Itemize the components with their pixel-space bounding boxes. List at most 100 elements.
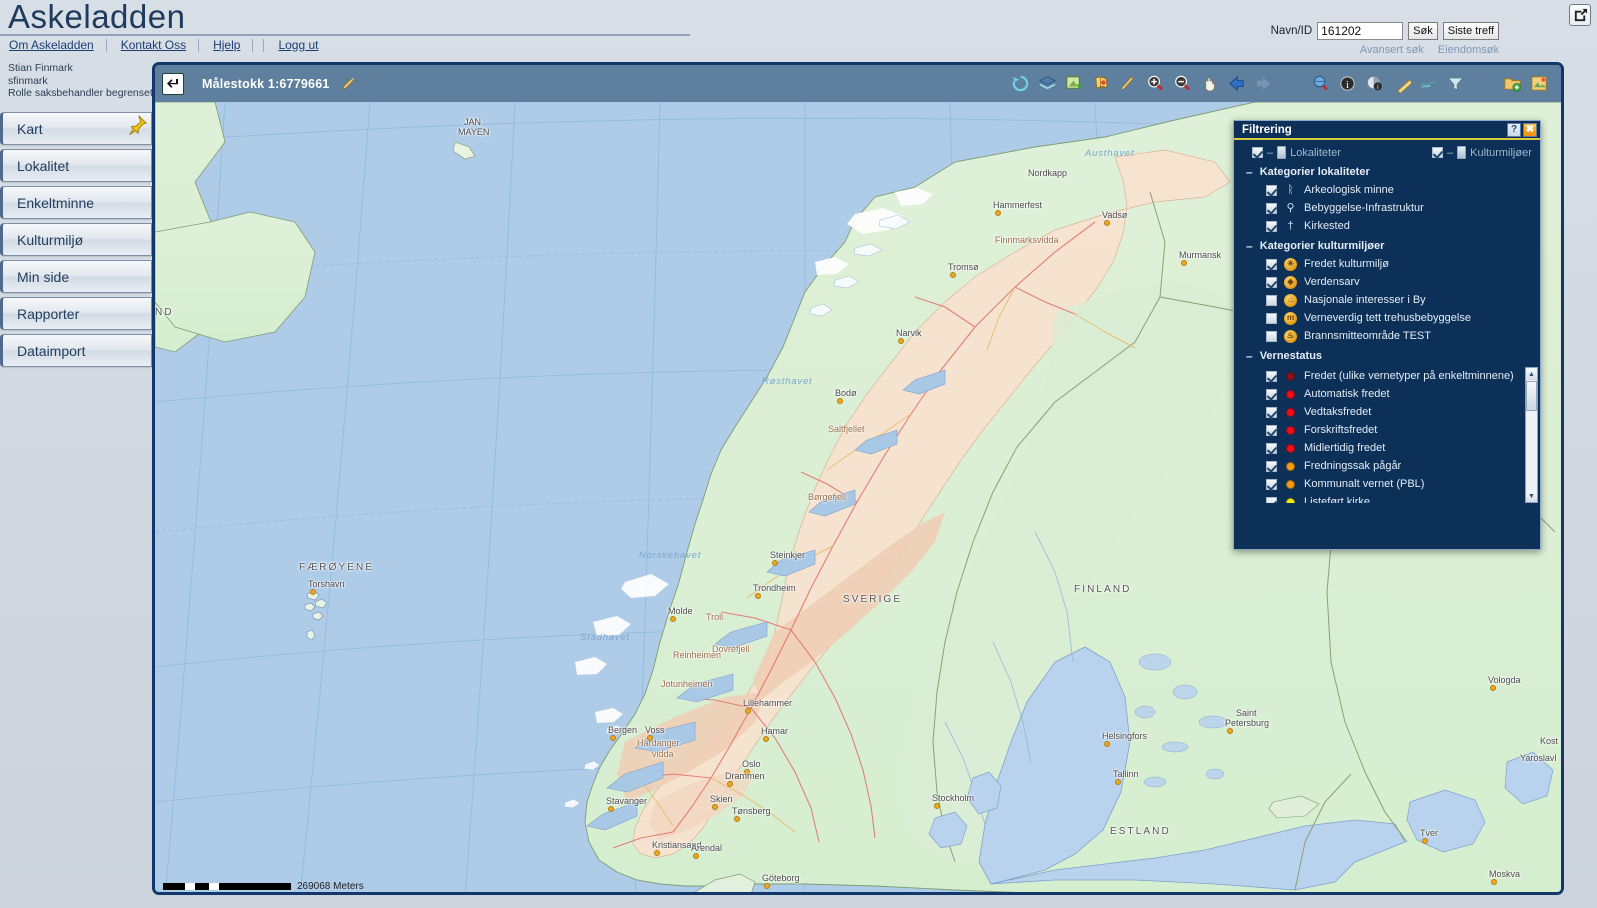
scroll-down-icon[interactable]: ▼ [1526, 490, 1537, 502]
filter-panel-title: Filtrering [1242, 123, 1292, 136]
row-checkbox[interactable] [1266, 220, 1277, 232]
row-checkbox[interactable] [1266, 406, 1277, 418]
sidebar-item-lokalitet[interactable]: Lokalitet [0, 149, 152, 182]
collapse-icon[interactable]: – [1246, 166, 1253, 178]
lokaliteter-slider[interactable] [1277, 146, 1287, 159]
row-checkbox[interactable] [1266, 202, 1277, 214]
info-icon[interactable]: i [1338, 74, 1357, 93]
row-checkbox[interactable] [1266, 388, 1277, 400]
pencil-icon[interactable] [340, 76, 356, 92]
refresh-icon[interactable] [1011, 74, 1030, 93]
search-button[interactable]: Søk [1408, 22, 1438, 40]
vernestatus-row[interactable]: Automatisk fredet [1234, 385, 1540, 403]
vernestatus-row[interactable]: Fredet (ulike vernetyper på enkeltminnen… [1234, 367, 1540, 385]
row-checkbox[interactable] [1266, 442, 1277, 454]
popout-button[interactable] [1569, 4, 1591, 26]
identify-icon[interactable]: i [1365, 74, 1384, 93]
extent-icon[interactable] [1065, 74, 1084, 93]
scroll-up-icon[interactable]: ▲ [1526, 368, 1537, 380]
filter-row-bebyggelse-infrastruktur[interactable]: ⚲ Bebyggelse-Infrastruktur [1234, 199, 1540, 217]
sidebar-item-kulturmiljo[interactable]: Kulturmiljø [0, 223, 152, 256]
row-checkbox[interactable] [1266, 258, 1277, 270]
toggle-lokaliteter[interactable]: – Lokaliteter [1252, 146, 1432, 159]
vernestatus-row[interactable]: Fredningssak pågår [1234, 457, 1540, 475]
sidebar-label: Enkeltminne [17, 194, 95, 211]
status-color-dot-icon [1284, 370, 1297, 383]
topnav-link-hjelp[interactable]: Hjelp [209, 38, 252, 52]
sidebar-label: Kart [17, 120, 43, 137]
print-map-icon[interactable] [1530, 74, 1549, 93]
vernestatus-row[interactable]: Vedtaksfredet [1234, 403, 1540, 421]
collapse-icon[interactable]: – [1246, 350, 1253, 362]
last-hits-button[interactable]: Siste treff [1442, 22, 1499, 40]
kulturmiljoer-slider[interactable] [1457, 146, 1467, 159]
filter-row-arkeologisk-minne[interactable]: ᚱ Arkeologisk minne [1234, 181, 1540, 199]
row-checkbox[interactable] [1266, 370, 1277, 382]
back-arrow-icon[interactable] [162, 72, 184, 95]
map-tool-icons: i i [1011, 74, 1561, 93]
row-checkbox[interactable] [1266, 184, 1277, 196]
layers-icon[interactable] [1038, 74, 1057, 93]
filter-row-kirkested[interactable]: † Kirkested [1234, 217, 1540, 235]
next-extent-icon[interactable] [1254, 74, 1273, 93]
pan-hand-icon[interactable] [1200, 74, 1219, 93]
vernestatus-scrollbar[interactable]: ▲ ▼ [1525, 367, 1538, 503]
filter-row-brannsmitteomrade[interactable]: ♨ Brannsmitteområde TEST [1234, 327, 1540, 345]
status-color-dot-icon [1284, 442, 1297, 455]
add-layer-icon[interactable] [1503, 74, 1522, 93]
property-search-link[interactable]: Eiendomsøk [1438, 44, 1499, 56]
group-label: Kategorier lokaliteter [1259, 166, 1370, 178]
zoom-out-icon[interactable] [1173, 74, 1192, 93]
kulturmiljoer-checkbox[interactable] [1432, 147, 1443, 158]
row-checkbox[interactable] [1266, 312, 1277, 324]
search-globe-icon[interactable] [1311, 74, 1330, 93]
circle-fire-icon: ♨ [1284, 329, 1297, 343]
sidebar-item-rapporter[interactable]: Rapporter [0, 297, 152, 330]
advanced-search-link[interactable]: Avansert søk [1360, 44, 1424, 56]
previous-extent-icon[interactable] [1227, 74, 1246, 93]
filter-row-nasjonale-interesser[interactable]: ⌂ Nasjonale interesser i By [1234, 291, 1540, 309]
row-checkbox[interactable] [1266, 424, 1277, 436]
topnav-link-om[interactable]: Om Askeladden [5, 38, 106, 52]
group-header-kategorier-kulturmiljoer[interactable]: – Kategorier kulturmiljøer [1234, 235, 1540, 255]
row-checkbox[interactable] [1266, 478, 1277, 490]
vernestatus-row[interactable]: Midlertidig fredet [1234, 439, 1540, 457]
topnav-link-logout[interactable]: Logg ut [274, 38, 330, 52]
row-checkbox[interactable] [1266, 460, 1277, 472]
filter-funnel-icon[interactable] [1446, 74, 1465, 93]
search-input[interactable] [1317, 22, 1404, 40]
measure-brush-icon[interactable] [1119, 74, 1138, 93]
row-checkbox[interactable] [1266, 330, 1277, 342]
zoom-in-icon[interactable] [1146, 74, 1165, 93]
toggle-kulturmiljoer[interactable]: – Kulturmiljøer [1432, 146, 1532, 159]
filter-row-verneverdig-trehus[interactable]: m Verneverdig tett trehusbebyggelse [1234, 309, 1540, 327]
group-header-vernestatus[interactable]: – Vernestatus [1234, 345, 1540, 365]
row-label: Fredet (ulike vernetyper på enkeltminnen… [1304, 370, 1514, 382]
filter-row-fredet-kulturmiljo[interactable]: ✳ Fredet kulturmiljø [1234, 255, 1540, 273]
row-checkbox[interactable] [1266, 276, 1277, 288]
sidebar-item-dataimport[interactable]: Dataimport [0, 334, 152, 367]
pushpin-icon[interactable] [126, 114, 148, 136]
topnav-link-kontakt[interactable]: Kontakt Oss [117, 38, 198, 52]
row-checkbox[interactable] [1266, 496, 1277, 503]
close-icon[interactable]: ✖ [1523, 122, 1537, 137]
sidebar: Kart Lokalitet Enkeltminne Kulturmiljø M… [0, 112, 152, 371]
page-title: Askeladden [8, 0, 186, 35]
collapse-icon[interactable]: – [1246, 240, 1253, 252]
sidebar-item-min-side[interactable]: Min side [0, 260, 152, 293]
help-icon[interactable]: ? [1507, 122, 1521, 137]
status-color-dot-icon [1284, 496, 1297, 503]
scroll-thumb[interactable] [1526, 381, 1537, 411]
vernestatus-row[interactable]: Forskriftsfredet [1234, 421, 1540, 439]
filter-row-verdensarv[interactable]: ◈ Verdensarv [1234, 273, 1540, 291]
lokaliteter-checkbox[interactable] [1252, 147, 1263, 158]
row-checkbox[interactable] [1266, 294, 1277, 306]
map-select-icon[interactable] [1092, 74, 1111, 93]
ruler-icon[interactable] [1392, 74, 1411, 93]
kulturmiljoer-label: Kulturmiljøer [1470, 146, 1532, 159]
draw-icon[interactable] [1419, 74, 1438, 93]
vernestatus-row[interactable]: Kommunalt vernet (PBL) [1234, 475, 1540, 493]
sidebar-item-enkeltminne[interactable]: Enkeltminne [0, 186, 152, 219]
group-header-kategorier-lokaliteter[interactable]: – Kategorier lokaliteter [1234, 161, 1540, 181]
vernestatus-row[interactable]: Listeført kirke [1234, 493, 1540, 503]
